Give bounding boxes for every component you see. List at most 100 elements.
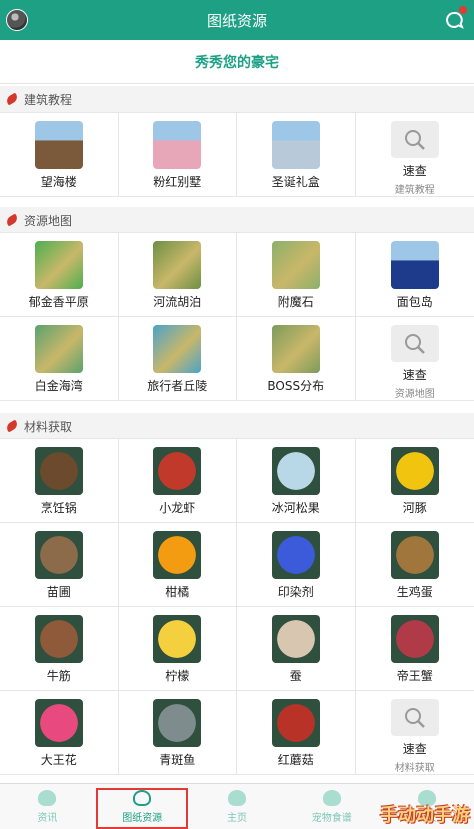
grid-item[interactable]: 柑橘 [118,523,237,607]
item-thumbnail [271,241,320,289]
resource-map-grid: 郁金香平原 河流胡泊 附魔石 面包岛 白金海湾 旅行者丘陵 BOSS分布 速查 … [0,232,474,401]
item-thumbnail [34,241,83,289]
item-label: 生鸡蛋 [396,585,433,599]
item-thumbnail [390,241,439,289]
item-thumbnail [153,121,202,169]
item-label: 圣诞礼盒 [271,175,320,189]
grid-item[interactable]: 圣诞礼盒 [237,113,356,197]
section-title: 建筑教程 [24,92,73,107]
grid-item[interactable]: 旅行者丘陵 [118,317,237,401]
grid-item[interactable]: 望海楼 [0,113,119,197]
grid-item[interactable]: 河豚 [355,439,474,523]
grid-item[interactable]: 生鸡蛋 [355,523,474,607]
item-thumbnail [390,447,439,495]
item-thumbnail [390,531,439,579]
item-thumbnail [153,531,202,579]
page-title: 图纸资源 [206,11,267,30]
item-label: BOSS分布 [267,379,325,393]
item-label: 河豚 [402,501,427,515]
item-thumbnail [153,447,202,495]
leaf-icon [38,789,57,806]
grid-item[interactable]: 面包岛 [355,233,474,317]
grid-item[interactable]: 冰河松果 [237,439,356,523]
grid-item[interactable]: 蚕 [237,607,356,691]
item-sublabel: 建筑教程 [394,185,435,196]
grid-item[interactable]: 附魔石 [237,233,356,317]
section-header-resource-map: 资源地图 [0,207,474,233]
tab-pet-recipes[interactable]: 宠物食谱 [284,784,379,829]
item-label: 大王花 [40,753,77,767]
item-label: 粉红别墅 [153,175,202,189]
item-label: 帝王蟹 [396,669,433,683]
cloud-icon [227,789,246,806]
search-icon [390,121,439,158]
item-label: 柑橘 [165,585,190,599]
grid-item[interactable]: 小龙虾 [118,439,237,523]
grid-item[interactable]: 粉红别墅 [118,113,237,197]
grid-item[interactable]: 苗圃 [0,523,119,607]
tab-label: 主页 [226,812,247,824]
building-grid: 望海楼 粉红别墅 圣诞礼盒 速查 建筑教程 [0,112,474,197]
notification-dot [459,6,467,14]
item-label: 小龙虾 [159,501,196,515]
quick-search-item[interactable]: 速查 资源地图 [355,317,474,401]
grid-item[interactable]: 帝王蟹 [355,607,474,691]
item-thumbnail [271,615,320,663]
item-label: 牛筋 [46,669,71,683]
item-thumbnail [34,531,83,579]
item-thumbnail [34,121,83,169]
search-icon [390,699,439,736]
item-label: 速查 [402,742,427,756]
item-label: 望海楼 [40,175,77,189]
quick-search-item[interactable]: 速查 材料获取 [355,691,474,775]
grid-item[interactable]: 牛筋 [0,607,119,691]
item-label: 面包岛 [396,295,433,309]
grid-item[interactable]: 红蘑菇 [237,691,356,775]
item-label: 速查 [402,164,427,178]
top-bar: 图纸资源 [0,0,474,40]
section-title: 材料获取 [24,419,73,434]
chili-icon [4,213,20,227]
item-label: 附魔石 [277,295,314,309]
grid-item[interactable]: 烹饪锅 [0,439,119,523]
grid-item[interactable]: BOSS分布 [237,317,356,401]
item-thumbnail [390,615,439,663]
item-thumbnail [271,531,320,579]
grid-item[interactable]: 白金海湾 [0,317,119,401]
search-icon [390,325,439,362]
materials-grid: 烹饪锅 小龙虾 冰河松果 河豚 苗圃 柑橘 印染剂 生鸡蛋 牛筋 柠檬 蚕 帝王… [0,438,474,775]
item-thumbnail [34,699,83,747]
item-thumbnail [34,615,83,663]
grid-item[interactable]: 大王花 [0,691,119,775]
item-thumbnail [34,325,83,373]
avatar[interactable] [6,9,28,31]
item-label: 印染剂 [277,585,314,599]
grid-item[interactable]: 青斑鱼 [118,691,237,775]
section-header-materials: 材料获取 [0,413,474,439]
item-label: 蚕 [289,669,302,683]
item-thumbnail [34,447,83,495]
item-sublabel: 资源地图 [394,389,435,400]
grid-item[interactable]: 郁金香平原 [0,233,119,317]
item-label: 速查 [402,368,427,382]
item-label: 苗圃 [46,585,71,599]
watermark: 手动动手游 [380,805,470,826]
banner: 秀秀您的豪宅 [0,40,474,84]
chili-icon [4,92,20,106]
grid-item[interactable]: 印染剂 [237,523,356,607]
tab-home[interactable]: 主页 [190,784,285,829]
grid-item[interactable]: 河流胡泊 [118,233,237,317]
active-tab-highlight [96,788,188,829]
quick-search-item[interactable]: 速查 建筑教程 [355,113,474,197]
tab-label: 宠物食谱 [311,812,352,824]
item-label: 青斑鱼 [159,753,196,767]
item-label: 河流胡泊 [153,295,202,309]
item-thumbnail [153,241,202,289]
item-thumbnail [153,615,202,663]
tab-label: 资讯 [37,812,58,824]
tab-news[interactable]: 资讯 [0,784,95,829]
chili-icon [4,419,20,433]
grid-item[interactable]: 柠檬 [118,607,237,691]
item-label: 旅行者丘陵 [147,379,208,393]
item-label: 柠檬 [165,669,190,683]
